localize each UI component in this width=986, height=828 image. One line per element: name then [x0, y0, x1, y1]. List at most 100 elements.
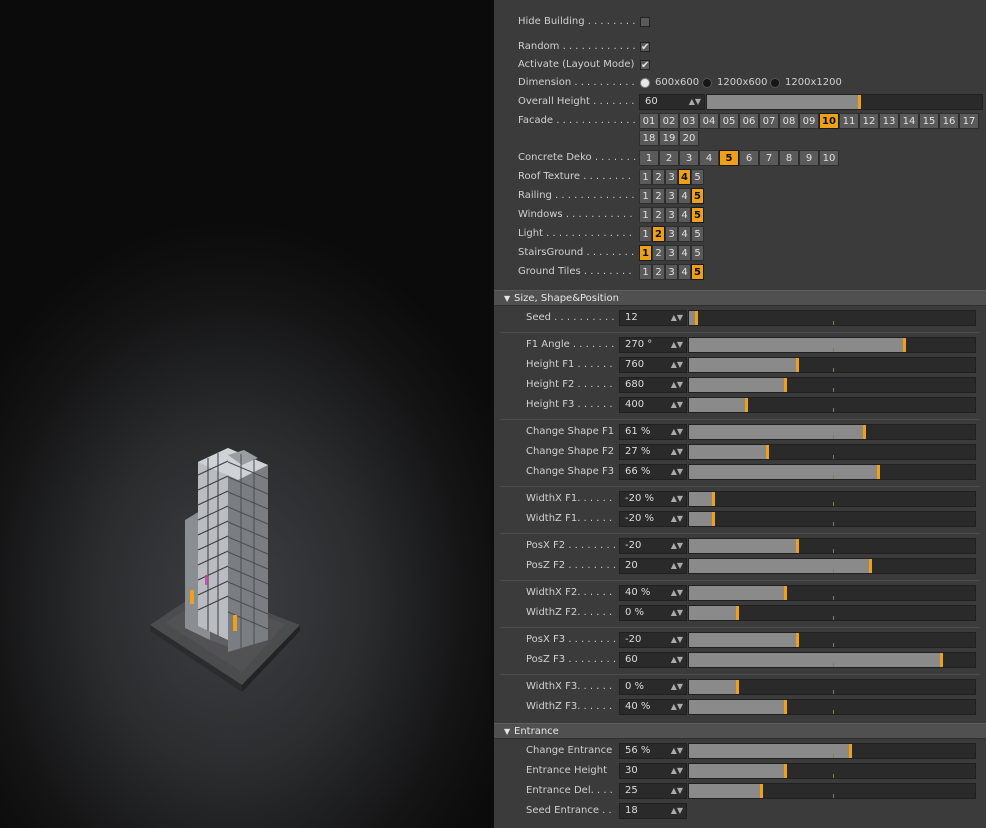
height-f3-slider[interactable] — [688, 397, 976, 413]
seed-input[interactable]: 12 ▲▼ — [619, 310, 687, 326]
entrance-del-input[interactable]: 25 ▲▼ — [619, 783, 687, 799]
height-f3-input[interactable]: 400 ▲▼ — [619, 397, 687, 413]
light-option-5[interactable]: 5 — [691, 226, 704, 242]
ground-tiles-option-2[interactable]: 2 — [652, 264, 665, 280]
ground-tiles-option-4[interactable]: 4 — [678, 264, 691, 280]
slider-handle[interactable] — [796, 633, 799, 647]
entrance-height-input[interactable]: 30 ▲▼ — [619, 763, 687, 779]
concrete-deko-option-7[interactable]: 7 — [759, 150, 779, 166]
widthx-f2-input[interactable]: 40 % ▲▼ — [619, 585, 687, 601]
change-shape-f3-input[interactable]: 66 % ▲▼ — [619, 464, 687, 480]
concrete-deko-option-10[interactable]: 10 — [819, 150, 839, 166]
facade-option-10[interactable]: 10 — [819, 113, 839, 129]
roof-texture-option-1[interactable]: 1 — [639, 169, 652, 185]
up-down-arrows-icon[interactable]: ▲▼ — [671, 700, 683, 714]
facade-option-18[interactable]: 18 — [639, 130, 659, 146]
facade-option-12[interactable]: 12 — [859, 113, 879, 129]
widthx-f3-slider[interactable] — [688, 679, 976, 695]
slider-handle[interactable] — [784, 764, 787, 778]
railing-option-1[interactable]: 1 — [639, 188, 652, 204]
up-down-arrows-icon[interactable]: ▲▼ — [671, 492, 683, 506]
section-entrance[interactable]: ▼ Entrance — [494, 723, 986, 739]
posx-f3-input[interactable]: -20 ▲▼ — [619, 632, 687, 648]
slider-handle[interactable] — [760, 784, 763, 798]
widthx-f2-slider[interactable] — [688, 585, 976, 601]
roof-texture-option-5[interactable]: 5 — [691, 169, 704, 185]
up-down-arrows-icon[interactable]: ▲▼ — [671, 512, 683, 526]
slider-handle[interactable] — [849, 744, 852, 758]
ground-tiles-option-1[interactable]: 1 — [639, 264, 652, 280]
slider-handle[interactable] — [796, 358, 799, 372]
overall-height-input[interactable]: 60 ▲▼ — [639, 94, 705, 110]
f1-angle-input[interactable]: 270 ° ▲▼ — [619, 337, 687, 353]
widthz-f3-input[interactable]: 40 % ▲▼ — [619, 699, 687, 715]
stairs-ground-option-1[interactable]: 1 — [639, 245, 652, 261]
stairs-ground-option-2[interactable]: 2 — [652, 245, 665, 261]
slider-handle[interactable] — [877, 465, 880, 479]
railing-option-5[interactable]: 5 — [691, 188, 704, 204]
railing-option-3[interactable]: 3 — [665, 188, 678, 204]
up-down-arrows-icon[interactable]: ▲▼ — [671, 764, 683, 778]
slider-handle[interactable] — [736, 680, 739, 694]
light-option-2[interactable]: 2 — [652, 226, 665, 242]
seed-slider[interactable] — [688, 310, 976, 326]
up-down-arrows-icon[interactable]: ▲▼ — [671, 539, 683, 553]
up-down-arrows-icon[interactable]: ▲▼ — [671, 653, 683, 667]
posz-f2-input[interactable]: 20 ▲▼ — [619, 558, 687, 574]
concrete-deko-option-1[interactable]: 1 — [639, 150, 659, 166]
dimension-radio-600x600[interactable] — [640, 78, 650, 88]
slider-handle[interactable] — [736, 606, 739, 620]
up-down-arrows-icon[interactable]: ▲▼ — [671, 680, 683, 694]
up-down-arrows-icon[interactable]: ▲▼ — [671, 338, 683, 352]
slider-handle[interactable] — [712, 512, 715, 526]
ground-tiles-option-5[interactable]: 5 — [691, 264, 704, 280]
roof-texture-option-3[interactable]: 3 — [665, 169, 678, 185]
facade-option-07[interactable]: 07 — [759, 113, 779, 129]
up-down-arrows-icon[interactable]: ▲▼ — [671, 445, 683, 459]
windows-option-3[interactable]: 3 — [665, 207, 678, 223]
light-option-3[interactable]: 3 — [665, 226, 678, 242]
facade-option-05[interactable]: 05 — [719, 113, 739, 129]
slider-handle[interactable] — [784, 700, 787, 714]
concrete-deko-option-9[interactable]: 9 — [799, 150, 819, 166]
change-shape-f2-input[interactable]: 27 % ▲▼ — [619, 444, 687, 460]
ground-tiles-option-3[interactable]: 3 — [665, 264, 678, 280]
concrete-deko-option-6[interactable]: 6 — [739, 150, 759, 166]
up-down-arrows-icon[interactable]: ▲▼ — [671, 378, 683, 392]
widthz-f1-slider[interactable] — [688, 511, 976, 527]
facade-option-20[interactable]: 20 — [679, 130, 699, 146]
windows-option-2[interactable]: 2 — [652, 207, 665, 223]
facade-option-01[interactable]: 01 — [639, 113, 659, 129]
posz-f3-input[interactable]: 60 ▲▼ — [619, 652, 687, 668]
change-shape-f1-input[interactable]: 61 % ▲▼ — [619, 424, 687, 440]
height-f1-input[interactable]: 760 ▲▼ — [619, 357, 687, 373]
up-down-arrows-icon[interactable]: ▲▼ — [671, 358, 683, 372]
light-option-4[interactable]: 4 — [678, 226, 691, 242]
slider-handle[interactable] — [903, 338, 906, 352]
concrete-deko-option-5[interactable]: 5 — [719, 150, 739, 166]
up-down-arrows-icon[interactable]: ▲▼ — [671, 398, 683, 412]
change-entrance-slider[interactable] — [688, 743, 976, 759]
facade-option-08[interactable]: 08 — [779, 113, 799, 129]
up-down-arrows-icon[interactable]: ▲▼ — [671, 744, 683, 758]
random-checkbox[interactable] — [640, 40, 650, 56]
widthx-f3-input[interactable]: 0 % ▲▼ — [619, 679, 687, 695]
dimension-radio-1200x600[interactable] — [702, 78, 712, 88]
triangle-down-icon[interactable]: ▼ — [504, 724, 510, 740]
height-f2-input[interactable]: 680 ▲▼ — [619, 377, 687, 393]
entrance-height-slider[interactable] — [688, 763, 976, 779]
widthz-f2-slider[interactable] — [688, 605, 976, 621]
up-down-arrows-icon[interactable]: ▲▼ — [671, 804, 683, 818]
slider-handle[interactable] — [712, 492, 715, 506]
widthz-f2-input[interactable]: 0 % ▲▼ — [619, 605, 687, 621]
slider-handle[interactable] — [863, 425, 866, 439]
seed-entrance-input[interactable]: 18 ▲▼ — [619, 803, 687, 819]
slider-handle[interactable] — [858, 95, 861, 109]
widthz-f1-input[interactable]: -20 % ▲▼ — [619, 511, 687, 527]
concrete-deko-option-4[interactable]: 4 — [699, 150, 719, 166]
up-down-arrows-icon[interactable]: ▲▼ — [671, 559, 683, 573]
hide-building-checkbox[interactable] — [640, 17, 650, 27]
concrete-deko-option-3[interactable]: 3 — [679, 150, 699, 166]
facade-option-14[interactable]: 14 — [899, 113, 919, 129]
change-shape-f2-slider[interactable] — [688, 444, 976, 460]
